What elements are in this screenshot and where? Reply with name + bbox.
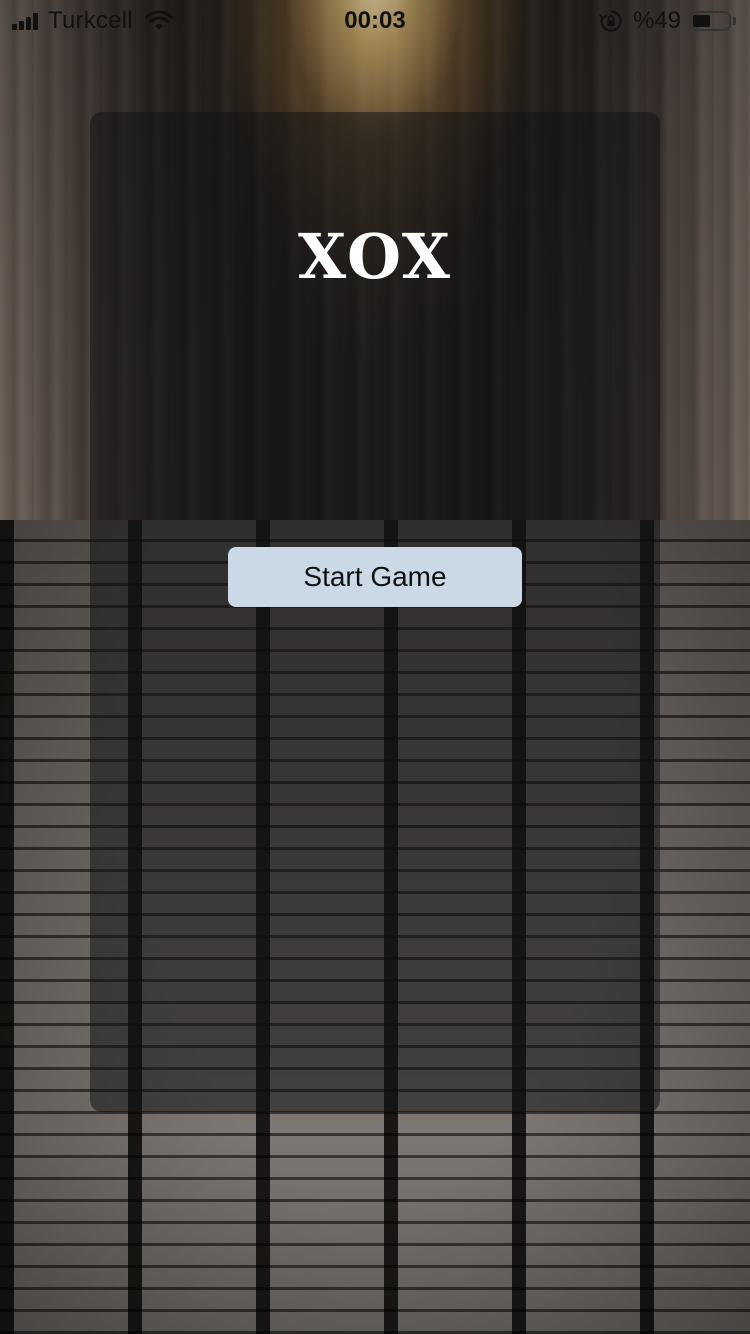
- menu-card: XOX Start Game: [90, 112, 660, 1112]
- game-title: XOX: [297, 220, 453, 293]
- status-right: %49: [599, 7, 736, 35]
- start-game-button[interactable]: Start Game: [228, 547, 522, 607]
- battery-percentage: %49: [632, 7, 681, 34]
- battery-level-fill: [693, 15, 710, 27]
- status-bar: Turkcell 00:03 %49: [0, 0, 750, 40]
- battery-icon: [689, 11, 731, 31]
- battery-tip: [733, 17, 736, 25]
- rotation-lock-icon: [599, 10, 622, 32]
- app-screen: Turkcell 00:03 %49 XOX Start Game: [0, 0, 750, 1334]
